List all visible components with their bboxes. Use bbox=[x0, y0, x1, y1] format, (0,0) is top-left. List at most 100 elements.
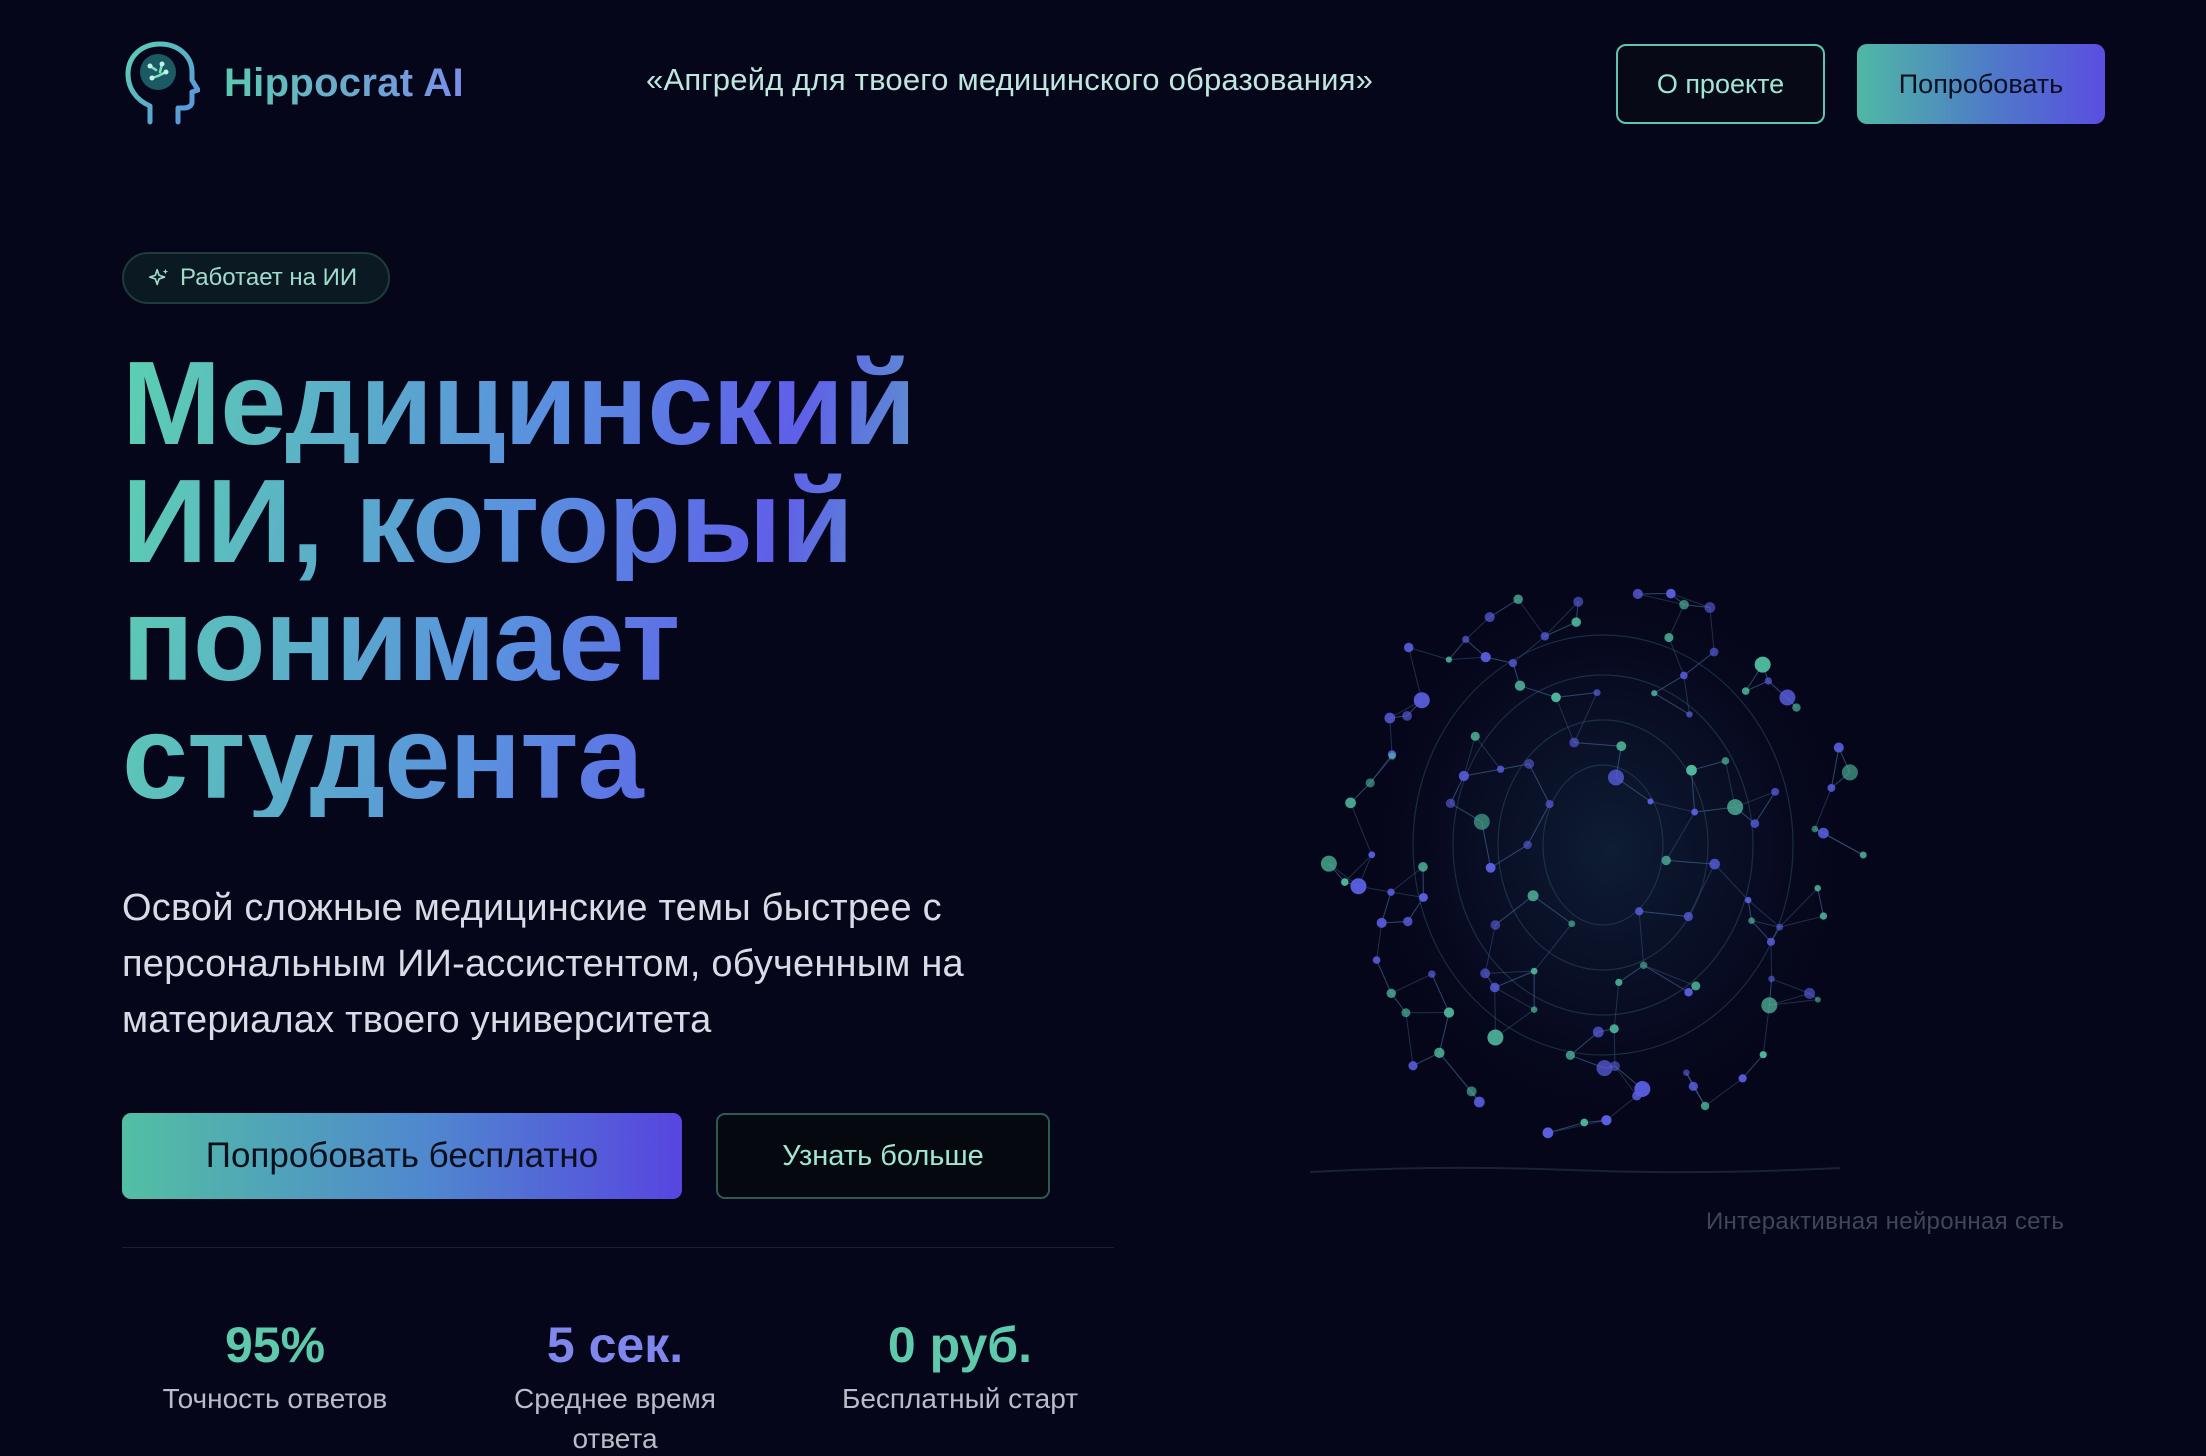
hero-subtitle-line: Освой сложные медицинские темы быстрее с bbox=[122, 887, 942, 929]
network-node bbox=[1811, 825, 1819, 833]
network-node bbox=[1771, 787, 1780, 796]
landing-page: Hippocrat AI «Апгрейд для твоего медицин… bbox=[0, 0, 2206, 1456]
hero-subtitle-line: персональным ИИ-ассистентом, обученным н… bbox=[122, 943, 964, 985]
network-node bbox=[1688, 1081, 1699, 1092]
header-tagline: «Апгрейд для твоего медицинского образов… bbox=[646, 62, 1374, 97]
brand-logo[interactable]: Hippocrat AI bbox=[122, 40, 464, 126]
network-node bbox=[1684, 988, 1693, 997]
try-free-button[interactable]: Попробовать бесплатно bbox=[122, 1113, 682, 1199]
network-node bbox=[1593, 689, 1601, 697]
network-node bbox=[1764, 677, 1773, 685]
stat-label: Точность ответов bbox=[162, 1383, 388, 1414]
network-node bbox=[1345, 797, 1356, 809]
stat-value: 0 руб. bbox=[887, 1317, 1033, 1373]
network-node bbox=[1580, 1118, 1589, 1127]
network-node bbox=[1819, 912, 1828, 920]
neural-network-visual[interactable] bbox=[1240, 520, 1900, 1180]
network-node bbox=[1372, 956, 1381, 964]
network-node bbox=[1542, 1127, 1554, 1139]
network-node bbox=[1616, 741, 1627, 752]
network-node bbox=[1530, 1006, 1538, 1013]
network-node bbox=[1568, 920, 1576, 928]
network-node bbox=[1607, 769, 1624, 786]
network-node bbox=[1551, 692, 1561, 703]
network-node bbox=[1683, 1069, 1690, 1076]
ai-powered-badge: Работает на ИИ bbox=[122, 252, 390, 304]
network-node bbox=[1523, 840, 1532, 850]
network-node bbox=[1721, 757, 1730, 765]
network-node bbox=[1573, 596, 1584, 607]
brain-head-icon bbox=[125, 41, 200, 125]
network-node bbox=[1350, 878, 1367, 895]
network-node bbox=[1754, 656, 1771, 673]
network-node bbox=[1609, 1061, 1620, 1072]
network-node bbox=[1779, 689, 1796, 706]
network-node bbox=[1661, 855, 1671, 866]
network-node bbox=[1814, 884, 1821, 892]
network-node bbox=[1376, 917, 1387, 928]
stat-value: 95% bbox=[224, 1317, 326, 1373]
network-node bbox=[1814, 996, 1821, 1003]
network-node bbox=[1635, 907, 1644, 916]
network-node bbox=[1776, 923, 1784, 931]
network-node bbox=[1513, 594, 1523, 604]
about-button[interactable]: О проекте bbox=[1616, 44, 1825, 124]
hero-title-line: студента bbox=[122, 698, 1022, 817]
network-node bbox=[1818, 827, 1829, 839]
network-node bbox=[1841, 764, 1858, 781]
network-node bbox=[1401, 1008, 1411, 1018]
hero-subtitle-line: материалах твоего университета bbox=[122, 999, 712, 1041]
network-node bbox=[1691, 808, 1699, 816]
network-node bbox=[1569, 737, 1580, 748]
network-node bbox=[1664, 633, 1674, 643]
network-node bbox=[1666, 588, 1676, 599]
network-node bbox=[1408, 1061, 1418, 1071]
network-node bbox=[1596, 1060, 1613, 1077]
network-node bbox=[1709, 647, 1719, 657]
network-node bbox=[1489, 982, 1500, 993]
network-glow bbox=[1350, 560, 1870, 1140]
network-node bbox=[1709, 858, 1721, 870]
hero-title-line: Медицинский bbox=[122, 344, 1022, 463]
network-node bbox=[1727, 799, 1744, 816]
network-node bbox=[1418, 892, 1428, 902]
network-node bbox=[1320, 855, 1337, 872]
network-node bbox=[1403, 642, 1414, 653]
network-node bbox=[1473, 1096, 1485, 1108]
network-node bbox=[1686, 711, 1693, 718]
neural-network-canvas[interactable] bbox=[1240, 520, 1900, 1180]
network-node bbox=[1473, 813, 1490, 830]
network-node bbox=[1480, 968, 1491, 979]
network-node bbox=[1341, 878, 1349, 886]
network-node bbox=[1601, 1115, 1612, 1126]
network-node bbox=[1750, 819, 1760, 828]
network-node bbox=[1565, 1050, 1575, 1060]
network-node bbox=[1402, 710, 1412, 721]
network-node bbox=[1792, 703, 1801, 712]
network-node bbox=[1691, 981, 1701, 991]
network-node bbox=[1368, 851, 1376, 859]
network-node bbox=[1508, 658, 1518, 668]
network-node bbox=[1833, 742, 1844, 753]
network-node bbox=[1679, 599, 1689, 610]
network-node bbox=[1680, 671, 1688, 680]
network-caption: Интерактивная нейронная сеть bbox=[1706, 1208, 2065, 1235]
network-node bbox=[1384, 712, 1396, 724]
network-node bbox=[1768, 975, 1775, 983]
network-node bbox=[1480, 651, 1491, 663]
hero-subtitle: Освой сложные медицинские темы быстрее с… bbox=[122, 880, 1122, 1048]
stat-accuracy: 95% Точность ответов bbox=[140, 1315, 410, 1419]
stat-response-time: 5 сек. Среднее время ответа bbox=[480, 1315, 750, 1456]
try-button[interactable]: Попробовать bbox=[1857, 44, 2105, 124]
network-edge bbox=[1770, 941, 1773, 979]
network-node bbox=[1686, 764, 1697, 776]
network-node bbox=[1365, 778, 1375, 788]
network-node bbox=[1530, 967, 1538, 975]
network-node bbox=[1514, 680, 1526, 691]
stat-label: Среднее время ответа bbox=[514, 1383, 716, 1454]
network-node bbox=[1804, 987, 1816, 999]
learn-more-button[interactable]: Узнать больше bbox=[716, 1113, 1050, 1199]
network-node bbox=[1434, 1047, 1445, 1059]
sparkle-icon bbox=[149, 268, 169, 286]
network-node bbox=[1403, 916, 1413, 927]
